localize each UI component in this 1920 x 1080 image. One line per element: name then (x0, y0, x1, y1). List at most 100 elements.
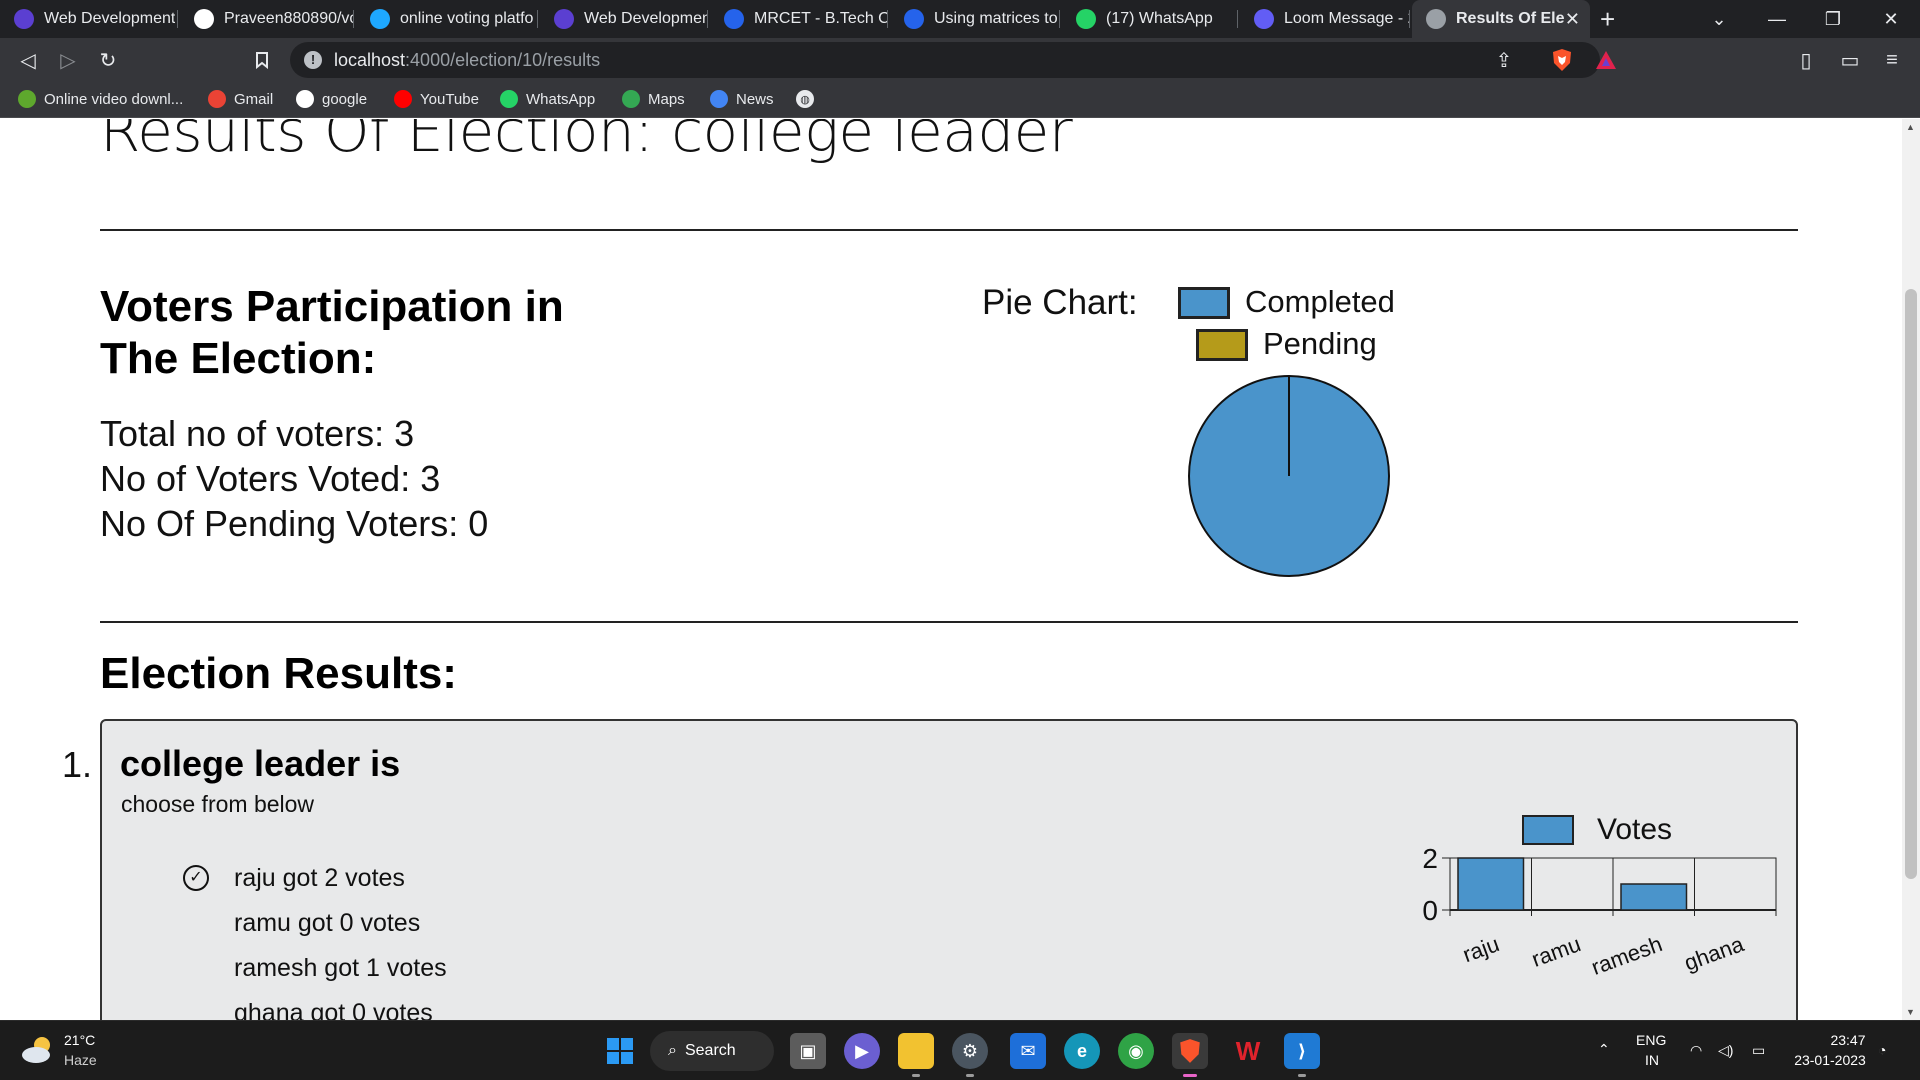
tab-separator (177, 10, 178, 28)
bookmark-item[interactable]: Online video downl... (18, 90, 183, 108)
browser-tab[interactable]: Loom Message - 23 (1240, 0, 1410, 38)
browser-tab[interactable]: Web Development (0, 0, 178, 38)
divider (100, 621, 1798, 623)
c-icon (724, 9, 744, 29)
clock-date[interactable]: 23-01-2023 (1790, 1050, 1870, 1070)
vscode-icon[interactable]: ⟩ (1284, 1033, 1320, 1077)
forward-button[interactable]: ▷ (54, 46, 82, 74)
mail-icon[interactable]: ✉ (1010, 1033, 1046, 1069)
tab-label: MRCET - B.Tech CSE (754, 10, 888, 27)
bookmark-item[interactable]: Maps (622, 90, 685, 108)
restore-button[interactable]: ❐ (1808, 0, 1858, 38)
language-bottom[interactable]: IN (1645, 1050, 1659, 1070)
sidebar-toggle-icon[interactable]: ▯ (1792, 46, 1820, 74)
tab-search-chevron-icon[interactable]: ⌄ (1694, 0, 1744, 38)
bookmark-label: Maps (648, 90, 685, 108)
browser-tab[interactable]: Using matrices to m (890, 0, 1060, 38)
volume-icon[interactable]: ◁) (1718, 1040, 1733, 1060)
edge-icon[interactable]: e (1064, 1033, 1100, 1069)
share-icon[interactable]: ⇪ (1490, 46, 1518, 74)
start-windows-icon[interactable] (602, 1033, 638, 1069)
brave-icon[interactable] (1172, 1033, 1208, 1077)
browser-tab[interactable]: Praveen880890/vot (180, 0, 354, 38)
address-bar[interactable]: ! localhost:4000/election/10/results ⇪ (290, 42, 1600, 78)
bookmark-item[interactable]: WhatsApp (500, 90, 595, 108)
tray-chevron-icon[interactable]: ⌃ (1598, 1039, 1610, 1059)
bar-raju (1457, 857, 1525, 911)
back-button[interactable]: ◁ (14, 46, 42, 74)
google-icon (296, 90, 314, 108)
pie-chart-label: Pie Chart: (982, 283, 1138, 322)
divider (100, 229, 1798, 231)
bookmark-icon[interactable] (248, 46, 276, 74)
weather-icon[interactable] (20, 1033, 56, 1072)
task-view-icon[interactable]: ▣ (790, 1033, 826, 1069)
wallet-icon[interactable]: ▭ (1836, 46, 1864, 74)
tab-separator (707, 10, 708, 28)
browser-tab[interactable]: (17) WhatsApp (1062, 0, 1238, 38)
brave-shield-icon[interactable] (1548, 46, 1576, 74)
web-dev-icon (14, 9, 34, 29)
y-tick-label: 2 (1422, 843, 1438, 874)
taskbar-search-button[interactable]: ⌕ Search (650, 1031, 774, 1071)
bookmark-item[interactable]: google (296, 90, 367, 108)
legend-completed-label: Completed (1245, 284, 1395, 319)
scroll-down-arrow-icon[interactable]: ▼ (1906, 1007, 1915, 1017)
search-icon: ⌕ (668, 1042, 677, 1059)
news-icon (710, 90, 728, 108)
bookmarks-bar: Online video downl... Gmail google YouTube W… (0, 82, 1920, 118)
tab-label: Web Development (44, 10, 176, 27)
language-top[interactable]: ENG (1636, 1030, 1666, 1050)
question-number: 1. (62, 744, 93, 785)
legend-pending-label: Pending (1263, 326, 1377, 361)
url-text: localhost:4000/election/10/results (334, 50, 601, 70)
results-heading: Election Results: (100, 649, 457, 698)
c-icon (904, 9, 924, 29)
chrome-icon[interactable]: ◉ (1118, 1033, 1154, 1069)
bookmark-item[interactable]: Gmail (208, 90, 273, 108)
question-title: college leader is (120, 743, 401, 784)
tab-label: online voting platfo (400, 10, 534, 27)
option-result: ramu got 0 votes (234, 909, 421, 937)
tab-label: Using matrices to m (934, 10, 1060, 27)
scroll-up-arrow-icon[interactable]: ▲ (1906, 122, 1915, 132)
bookmark-item[interactable]: News (710, 90, 774, 108)
close-tab-icon[interactable]: ✕ (1565, 9, 1580, 30)
gmail-icon (208, 90, 226, 108)
menu-icon[interactable]: ≡ (1878, 46, 1906, 74)
browser-tab[interactable]: MRCET - B.Tech CSE (710, 0, 888, 38)
browser-tab[interactable]: online voting platfo (356, 0, 538, 38)
minimize-button[interactable]: — (1752, 0, 1802, 38)
wifi-icon[interactable]: ◠ (1690, 1040, 1702, 1060)
reload-button[interactable]: ↻ (94, 46, 122, 74)
browser-tab[interactable]: Results Of Elect✕ (1412, 0, 1590, 38)
question-description: choose from below (121, 791, 315, 817)
tab-separator (353, 10, 354, 28)
wps-office-icon[interactable]: W (1230, 1033, 1266, 1069)
teams-chat-icon[interactable]: ▶ (844, 1033, 880, 1069)
bookmark-globe-icon[interactable]: ◍ (796, 90, 822, 108)
new-tab-button[interactable]: + (1600, 4, 1615, 35)
browser-tab[interactable]: Web Development (540, 0, 708, 38)
tab-label: Praveen880890/vot (224, 10, 354, 27)
brave-rewards-icon[interactable] (1592, 46, 1620, 74)
participation-heading: Voters Participation in The Election: (100, 282, 564, 383)
page-content: Results Of Election: college leader Vote… (0, 119, 1920, 1020)
file-explorer-icon[interactable] (898, 1033, 934, 1077)
loom-icon (1254, 9, 1274, 29)
tab-separator (1409, 10, 1410, 28)
settings-gear-icon[interactable]: ⚙ (952, 1033, 988, 1077)
scrollbar-thumb[interactable] (1905, 289, 1917, 879)
clock-time[interactable]: 23:47 (1828, 1030, 1868, 1050)
site-info-icon[interactable]: ! (304, 51, 322, 69)
notification-icon[interactable]: ◔ (1878, 1040, 1886, 1060)
battery-icon[interactable]: ▭ (1752, 1040, 1765, 1060)
maps-icon (622, 90, 640, 108)
tab-strip: Web Development Praveen880890/vot online v… (0, 0, 1920, 38)
bookmark-label: News (736, 90, 774, 108)
page-scrollbar[interactable]: ▲ ▼ (1902, 119, 1920, 1020)
bookmark-item[interactable]: YouTube (394, 90, 479, 108)
close-window-button[interactable]: ✕ (1866, 0, 1916, 38)
web-dev-icon (554, 9, 574, 29)
bookmark-label: Online video downl... (44, 90, 184, 108)
